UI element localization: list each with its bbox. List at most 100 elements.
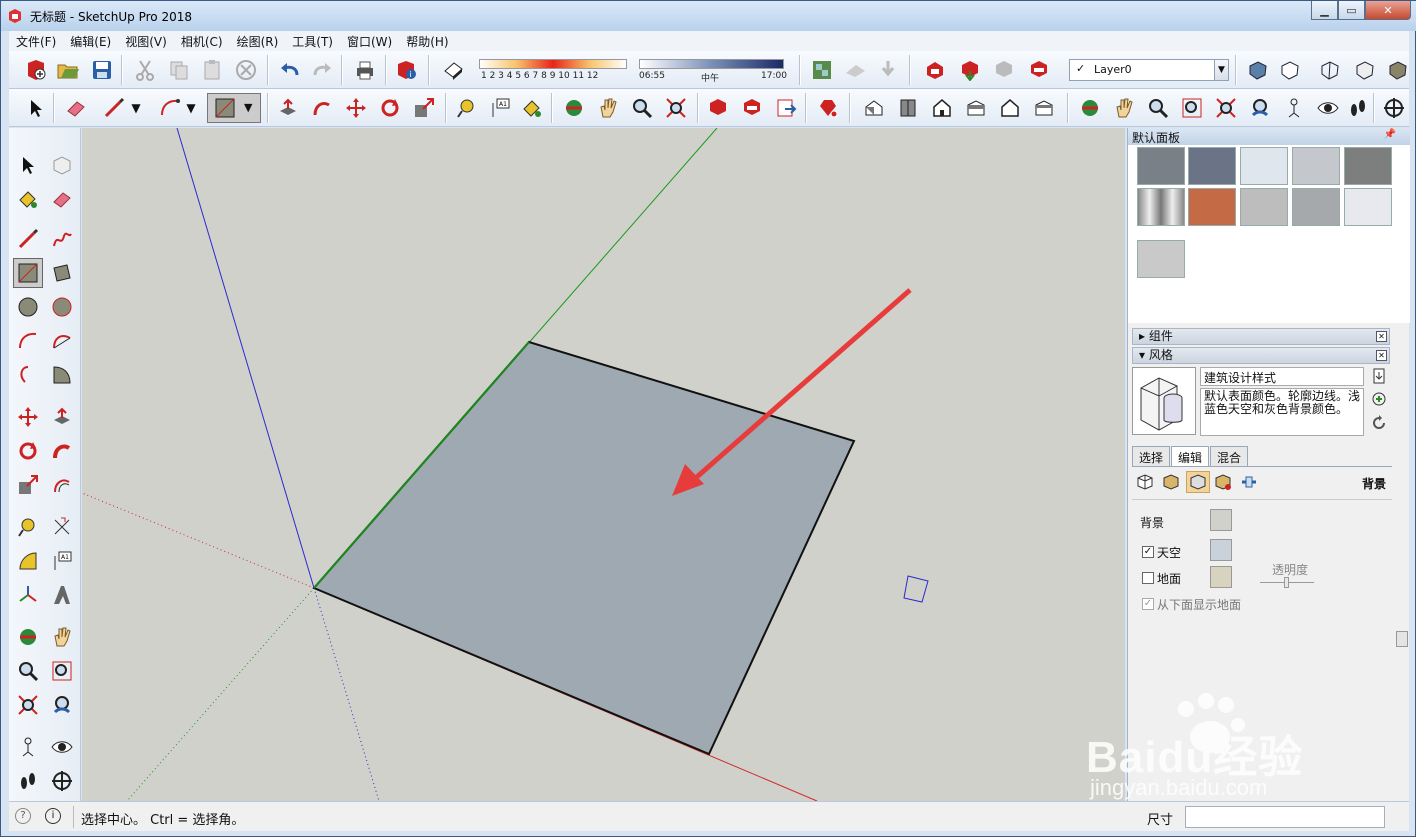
menu-file[interactable]: 文件(F) xyxy=(9,33,63,50)
orbit-icon[interactable] xyxy=(561,95,587,121)
left-pan-icon[interactable] xyxy=(49,624,75,650)
tab-edit[interactable]: 编辑 xyxy=(1171,446,1210,466)
push-pull-icon[interactable] xyxy=(275,95,301,121)
background-color-swatch[interactable] xyxy=(1210,509,1232,531)
select-arrow-icon[interactable] xyxy=(23,95,49,121)
create-style-icon[interactable] xyxy=(1370,390,1388,408)
copy-icon[interactable] xyxy=(166,57,192,83)
watermark-settings-icon[interactable] xyxy=(1212,471,1234,493)
menu-window[interactable]: 窗口(W) xyxy=(340,33,399,50)
warehouse-icon[interactable] xyxy=(922,57,948,83)
rectangle-tool-active[interactable]: ▼ xyxy=(207,93,261,123)
text-icon[interactable]: A1 xyxy=(49,548,75,574)
line-dropdown-icon[interactable]: ▼ xyxy=(129,95,143,121)
share-2-icon[interactable] xyxy=(739,95,765,121)
info-icon[interactable]: i xyxy=(45,808,61,824)
rectangle-dropdown-icon[interactable]: ▼ xyxy=(244,101,252,114)
face-settings-icon[interactable] xyxy=(1160,471,1182,493)
pencil-line-icon[interactable] xyxy=(101,95,127,121)
position-camera-icon[interactable] xyxy=(1281,95,1307,121)
view-front-icon[interactable] xyxy=(929,95,955,121)
left-scale-icon[interactable] xyxy=(15,472,41,498)
style-shaded-icon[interactable] xyxy=(1352,57,1378,83)
geo-location-icon[interactable] xyxy=(809,57,835,83)
paste-icon[interactable] xyxy=(199,57,225,83)
shadows-toggle-icon[interactable] xyxy=(440,57,466,83)
follow-me-icon[interactable] xyxy=(309,95,335,121)
move-icon[interactable] xyxy=(343,95,369,121)
pie-icon[interactable] xyxy=(49,362,75,388)
swatch-10[interactable] xyxy=(1344,188,1392,226)
zoom-2-icon[interactable] xyxy=(1145,95,1171,121)
left-section-icon[interactable] xyxy=(49,768,75,794)
previous-view-icon[interactable] xyxy=(1247,95,1273,121)
erase-icon[interactable] xyxy=(233,57,259,83)
redo-icon[interactable] xyxy=(309,57,335,83)
tray-scrollbar-thumb[interactable] xyxy=(1396,631,1408,647)
model-info-icon[interactable]: i xyxy=(394,57,420,83)
rotated-rectangle-icon[interactable] xyxy=(49,260,75,286)
month-slider[interactable] xyxy=(479,59,627,69)
swatch-6[interactable] xyxy=(1137,188,1185,226)
menu-camera[interactable]: 相机(C) xyxy=(174,33,230,50)
left-walk-icon[interactable] xyxy=(15,768,41,794)
sky-color-swatch[interactable] xyxy=(1210,539,1232,561)
open-folder-icon[interactable] xyxy=(55,57,81,83)
menu-view[interactable]: 视图(V) xyxy=(118,33,174,50)
cut-icon[interactable] xyxy=(132,57,158,83)
eraser-icon[interactable] xyxy=(63,95,89,121)
undo-icon[interactable] xyxy=(277,57,303,83)
refresh-style-icon[interactable] xyxy=(1370,414,1388,432)
minimize-button[interactable]: ▁ xyxy=(1311,1,1338,20)
geo-status-icon[interactable]: ? xyxy=(15,808,31,824)
paint-bucket-icon[interactable] xyxy=(519,95,545,121)
view-right-icon[interactable] xyxy=(963,95,989,121)
tab-select[interactable]: 选择 xyxy=(1132,446,1171,466)
view-left-icon[interactable] xyxy=(1031,95,1057,121)
close-components-icon[interactable]: ✕ xyxy=(1376,331,1387,342)
arc-icon[interactable] xyxy=(157,95,183,121)
swatch-2[interactable] xyxy=(1188,147,1236,185)
style-textured-icon[interactable] xyxy=(1385,57,1411,83)
view-back-icon[interactable] xyxy=(997,95,1023,121)
menu-help[interactable]: 帮助(H) xyxy=(399,33,455,50)
scale-icon[interactable] xyxy=(411,95,437,121)
ruby-console-icon[interactable] xyxy=(815,95,841,121)
left-paint-icon[interactable] xyxy=(15,186,41,212)
arc-dropdown-icon[interactable]: ▼ xyxy=(184,95,198,121)
swatch-7[interactable] xyxy=(1188,188,1236,226)
swatch-1[interactable] xyxy=(1137,147,1185,185)
left-line-icon[interactable] xyxy=(15,226,41,252)
arc-3pt-icon[interactable] xyxy=(49,328,75,354)
left-eraser-icon[interactable] xyxy=(49,186,75,212)
modeling-settings-icon[interactable] xyxy=(1238,471,1260,493)
transparency-thumb[interactable] xyxy=(1284,577,1289,588)
left-previous-icon[interactable] xyxy=(49,692,75,718)
view-iso-icon[interactable] xyxy=(861,95,887,121)
edge-settings-icon[interactable] xyxy=(1134,471,1156,493)
protractor-icon[interactable] xyxy=(15,548,41,574)
freehand-icon[interactable] xyxy=(49,226,75,252)
left-eye-icon[interactable] xyxy=(49,734,75,760)
menu-draw[interactable]: 绘图(R) xyxy=(230,33,286,50)
share-component-icon[interactable] xyxy=(991,57,1017,83)
left-move-icon[interactable] xyxy=(15,404,41,430)
pan-hand-icon[interactable] xyxy=(595,95,621,121)
style-xray-icon[interactable] xyxy=(1245,57,1271,83)
walk-icon[interactable] xyxy=(1345,95,1371,121)
components-header[interactable]: ▸ 组件 ✕ xyxy=(1132,328,1390,345)
style-update-icon[interactable] xyxy=(1370,367,1388,385)
toggle-terrain-icon[interactable] xyxy=(875,57,901,83)
rectangle-face[interactable] xyxy=(312,340,856,756)
layer-dropdown[interactable]: ✓ Layer0 ▼ xyxy=(1069,59,1229,81)
arc-2pt-icon[interactable] xyxy=(15,328,41,354)
tape-measure-icon[interactable] xyxy=(454,95,480,121)
swatch-8[interactable] xyxy=(1240,188,1288,226)
zoom-extents-icon[interactable] xyxy=(663,95,689,121)
pan-2-icon[interactable] xyxy=(1111,95,1137,121)
zoom-extents-2-icon[interactable] xyxy=(1213,95,1239,121)
left-select-icon[interactable] xyxy=(15,152,41,178)
pin-icon[interactable]: 📌 xyxy=(1384,129,1396,140)
show-ground-below-checkbox[interactable]: ✓ xyxy=(1142,598,1154,610)
chevron-down-icon[interactable]: ▼ xyxy=(1214,60,1228,80)
